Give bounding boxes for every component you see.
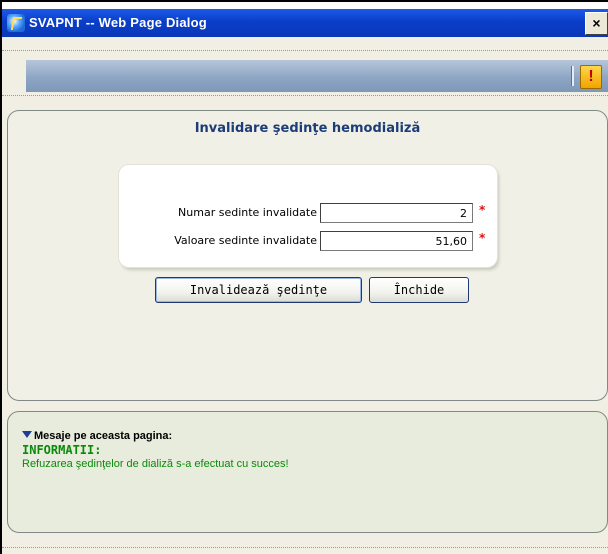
dialog-title: SVAPNT -- Web Page Dialog <box>29 15 207 30</box>
message-text: Refuzarea şedinţelor de dializă s-a efec… <box>22 458 289 470</box>
invalidate-button[interactable]: Invalidează şedinţe <box>155 277 362 303</box>
collapse-triangle-icon[interactable] <box>22 431 32 438</box>
count-label: Numar sedinte invalidate <box>178 206 317 219</box>
messages-panel: Mesaje pe aceasta pagina: INFORMATII: Re… <box>7 411 608 533</box>
main-panel: Invalidare şedinţe hemodializă Numar sed… <box>7 110 608 401</box>
form-row-value: Valoare sedinte invalidate 51,60 * <box>119 231 497 253</box>
divider <box>2 50 608 51</box>
count-input[interactable]: 2 <box>320 203 473 223</box>
toolbar-separator <box>571 66 574 86</box>
page-title: Invalidare şedinţe hemodializă <box>194 121 421 136</box>
warning-icon[interactable]: ! <box>580 65 602 89</box>
messages-header[interactable]: Mesaje pe aceasta pagina: <box>22 430 172 442</box>
dialog-content: ! Invalidare şedinţe hemodializă Numar s… <box>2 37 608 554</box>
messages-header-label: Mesaje pe aceasta pagina: <box>34 430 173 442</box>
message-type: INFORMATII: <box>22 443 102 457</box>
window-frame-top <box>0 0 608 2</box>
required-marker: * <box>479 231 486 245</box>
form-row-count: Numar sedinte invalidate 2 * <box>119 203 497 225</box>
divider <box>2 95 608 96</box>
required-marker: * <box>479 203 486 217</box>
dialog-titlebar[interactable]: SVAPNT -- Web Page Dialog × <box>2 9 608 37</box>
divider <box>2 547 608 548</box>
value-input[interactable]: 51,60 <box>320 231 473 251</box>
close-window-button[interactable]: × <box>585 12 608 35</box>
close-button[interactable]: Închide <box>369 277 469 303</box>
form-box: Numar sedinte invalidate 2 * Valoare sed… <box>119 165 497 267</box>
value-label: Valoare sedinte invalidate <box>174 234 317 247</box>
ie-app-icon <box>7 14 25 32</box>
toolbar-strip: ! <box>26 60 608 92</box>
